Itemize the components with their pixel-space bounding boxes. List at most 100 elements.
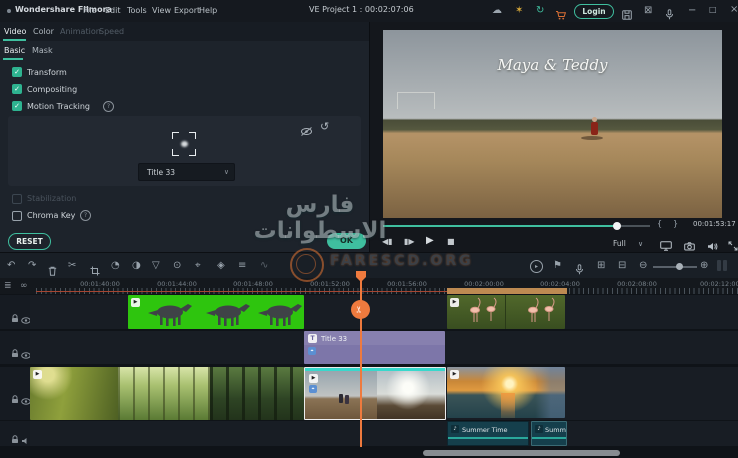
unrendered-indicator	[36, 291, 447, 292]
adjust-sliders-icon[interactable]: ≡	[238, 260, 246, 271]
fit-chevron-icon[interactable]: ∨	[638, 241, 643, 248]
ok-button[interactable]: OK	[327, 233, 366, 249]
tab-speed[interactable]: Speed	[99, 27, 124, 36]
playhead-line[interactable]	[360, 272, 362, 447]
panel-resize-bar[interactable]	[723, 260, 727, 271]
mark-in-icon[interactable]: {	[657, 220, 662, 228]
menu-tools[interactable]: Tools	[127, 6, 147, 15]
chroma-key-label: Chroma Key	[27, 211, 75, 220]
split-scissors-icon[interactable]: ✂	[68, 260, 76, 271]
reset-tracker-icon[interactable]: ↺	[320, 121, 329, 132]
clip-beach-selected[interactable]: ▶ ⌖	[304, 367, 446, 420]
undo-icon[interactable]: ↶	[7, 260, 15, 271]
manage-tracks-icon[interactable]: ≣	[4, 282, 12, 291]
speed-icon[interactable]: ◔	[111, 260, 120, 271]
clip-title[interactable]: T Title 33 ⌖	[304, 331, 445, 364]
chroma-key-checkbox[interactable]	[12, 211, 22, 221]
clip-forest[interactable]: ▶	[30, 367, 304, 420]
preview-timecode: 00:01:53:17	[693, 220, 736, 228]
forest-segment	[210, 367, 304, 420]
auto-ripple-icon[interactable]: ∞	[20, 282, 28, 291]
export-mode-icon[interactable]: ⊠	[644, 6, 652, 16]
lock-icon[interactable]	[11, 389, 19, 408]
motion-tracking-checkbox[interactable]: ✓	[12, 101, 22, 111]
login-button[interactable]: Login	[574, 4, 614, 19]
motion-tracking-help-icon[interactable]: ?	[103, 101, 114, 112]
tab-video[interactable]: Video	[4, 27, 26, 36]
tracker-target-dropdown[interactable]: Title 33 ∨	[138, 163, 235, 181]
keyframe-icon[interactable]: ◈	[217, 260, 225, 271]
stabilization-checkbox[interactable]	[12, 194, 22, 204]
reset-button[interactable]: RESET	[8, 233, 51, 250]
tracking-target-icon[interactable]	[172, 132, 196, 156]
subtab-mask[interactable]: Mask	[32, 46, 53, 55]
voiceover-mic-icon[interactable]	[575, 260, 584, 279]
hide-tracker-icon[interactable]	[300, 122, 313, 141]
seek-handle[interactable]	[613, 222, 621, 230]
color-correction-icon[interactable]: ◑	[132, 260, 141, 271]
menu-file[interactable]: File	[83, 6, 96, 15]
screen-record-icon[interactable]: ⊞	[597, 260, 605, 271]
compositing-checkbox[interactable]: ✓	[12, 84, 22, 94]
upgrade-icon[interactable]: ✶	[515, 6, 523, 16]
app-title: Wondershare Filmora	[15, 5, 112, 14]
audio-waveline	[532, 437, 566, 439]
person-figure	[591, 122, 598, 135]
close-button[interactable]: ×	[730, 5, 738, 15]
preview-video[interactable]: Maya & Teddy	[383, 30, 722, 218]
mute-speaker-icon[interactable]	[21, 430, 30, 449]
stop-button[interactable]: ■	[447, 238, 455, 246]
tracker-target-value: Title 33	[147, 168, 175, 177]
ruler-label: 00:01:56:00	[372, 280, 442, 288]
zoom-in-icon[interactable]: ⊕	[700, 260, 708, 271]
redo-icon[interactable]: ↷	[28, 260, 36, 271]
fit-mode-dropdown[interactable]: Full	[613, 239, 626, 248]
playhead-split-scissors[interactable]: ✂	[351, 300, 370, 319]
motion-track-icon[interactable]: ⌖	[195, 260, 201, 271]
sync-icon[interactable]: ↻	[536, 6, 544, 16]
step-back-button[interactable]: ◀▮	[382, 238, 393, 246]
lock-icon[interactable]	[11, 429, 19, 448]
clip-music-summer-time[interactable]: ♪ Summer Time	[447, 421, 529, 446]
mark-out-icon[interactable]: }	[673, 220, 678, 228]
tab-color[interactable]: Color	[33, 27, 54, 36]
menu-edit[interactable]: Edit	[105, 6, 121, 15]
chroma-key-help-icon[interactable]: ?	[80, 210, 91, 221]
cloud-icon[interactable]: ☁	[492, 6, 502, 16]
timeline-scrollbar[interactable]	[423, 450, 620, 456]
person-head	[592, 117, 597, 122]
step-forward-button[interactable]: ▮▶	[404, 238, 415, 246]
menu-export[interactable]: Export	[174, 6, 200, 15]
panel-resize-bar[interactable]	[717, 260, 721, 271]
ruler-label: 00:02:08:00	[602, 280, 672, 288]
subtab-basic[interactable]: Basic	[4, 46, 25, 55]
lock-icon[interactable]	[11, 343, 19, 362]
green-screen-icon[interactable]: ▽	[152, 260, 160, 271]
clip-flamingos[interactable]: ▶	[447, 295, 565, 329]
transform-checkbox[interactable]: ✓	[12, 67, 22, 77]
play-button[interactable]: ▶	[426, 236, 434, 246]
tab-animation[interactable]: Animation	[60, 27, 101, 36]
menu-help[interactable]: Help	[199, 6, 217, 15]
titlebar: Wondershare Filmora File Edit Tools View…	[0, 0, 738, 23]
zoom-out-icon[interactable]: ⊖	[639, 260, 647, 271]
audio-waveline	[448, 437, 528, 439]
clip-green-screen-dinosaurs[interactable]: ▶	[128, 295, 304, 329]
timeline-ruler[interactable]: ≣ ∞ 00:01:40:00 00:01:44:00 00:01:48:00 …	[0, 278, 738, 294]
lock-icon[interactable]	[11, 308, 19, 327]
ruler-label: 00:02:12:00	[700, 280, 738, 288]
track4[interactable]	[30, 421, 738, 446]
audio-mixer-icon[interactable]: ∿	[260, 260, 268, 271]
clip-music-summer[interactable]: ♪ Summer	[531, 421, 567, 446]
zoom-slider-handle[interactable]	[676, 263, 683, 270]
minimize-button[interactable]: −	[688, 6, 696, 16]
clip-sunset[interactable]: ▶	[447, 367, 565, 418]
snap-icon[interactable]: ⊟	[618, 260, 626, 271]
menu-view[interactable]: View	[152, 6, 171, 15]
filmora-window: Wondershare Filmora File Edit Tools View…	[0, 0, 738, 458]
maximize-button[interactable]: □	[709, 6, 717, 14]
zoom-slider-track[interactable]	[653, 266, 697, 268]
render-preview-icon[interactable]: ▸	[530, 260, 543, 273]
duration-timer-icon[interactable]: ⊙	[173, 260, 181, 271]
marker-flag-icon[interactable]: ⚑	[553, 260, 562, 271]
